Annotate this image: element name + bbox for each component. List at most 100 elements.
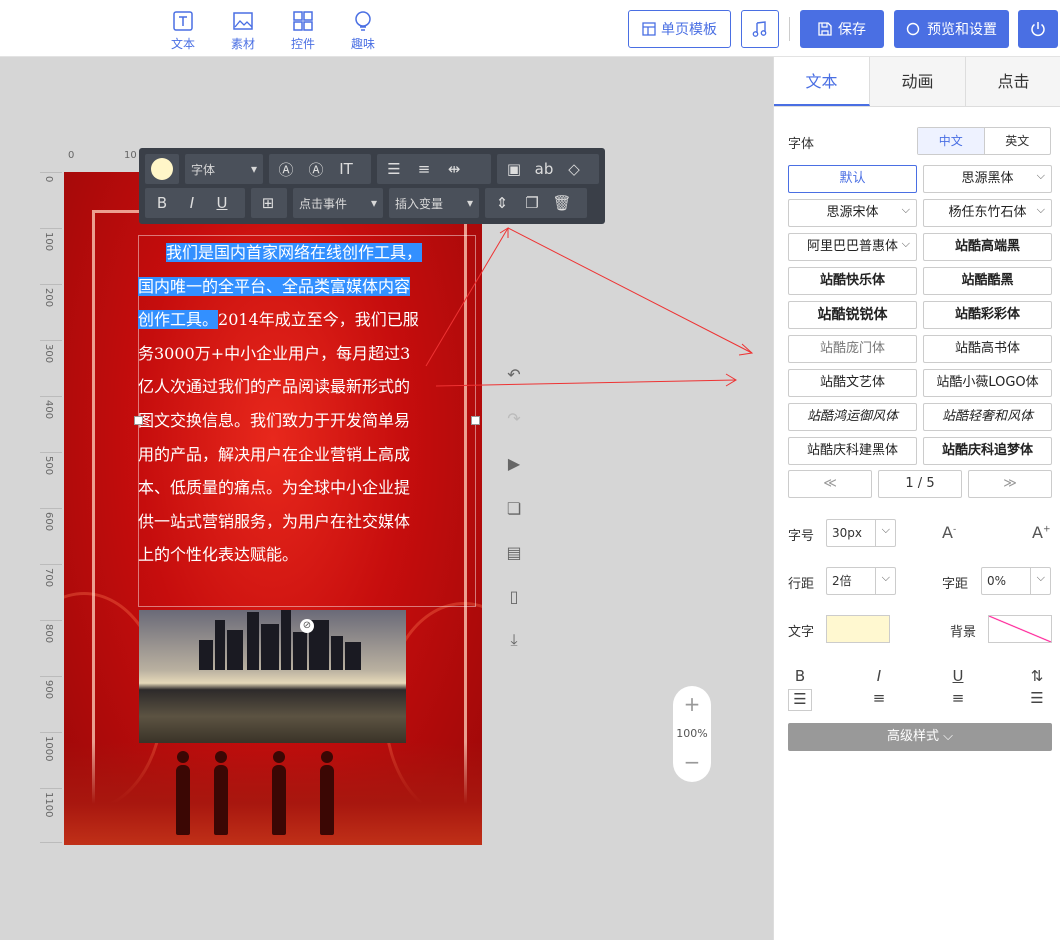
italic-button[interactable]: I [867,667,891,687]
font-option[interactable]: 思源黑体 [923,163,1052,193]
duplicate-page-icon[interactable]: ❏ [503,497,525,519]
font-option[interactable]: 站酷轻奢和风体 [923,403,1052,431]
font-option[interactable]: 站酷高端黑 [923,233,1052,261]
underline-button[interactable]: U [946,667,970,687]
tab-click[interactable]: 点击 [966,57,1060,106]
font-option[interactable]: 杨任东竹石体 [923,197,1052,227]
ruler-mark: 600 [43,512,54,532]
save-icon [818,22,832,36]
letter-spacing-select[interactable]: 0% [981,565,1051,595]
font-option[interactable]: 站酷锐锐体 [788,301,917,329]
font-option[interactable]: 站酷高书体 [923,335,1052,363]
zoom-out-button[interactable]: − [673,752,711,772]
save-button[interactable]: 保存 [800,10,884,48]
indent-icon[interactable]: ⇹ [443,159,465,179]
tab-text[interactable]: 文本 [774,57,870,106]
layer-button[interactable]: ⊞ [251,188,287,218]
font-option[interactable]: 站酷小薇LOGO体 [923,369,1052,397]
insert-variable-dropdown[interactable]: 插入变量 ▾ [389,188,479,218]
font-option[interactable]: 默认 [788,165,917,193]
preview-settings-button[interactable]: 预览和设置 [894,10,1009,48]
material-tool-button[interactable]: 素材 [223,10,263,52]
ruler-mark: 0 [68,150,75,161]
font-dropdown[interactable]: 字体 ▾ [185,154,263,184]
font-option[interactable]: 站酷彩彩体 [923,301,1052,329]
bold-button[interactable]: B [151,193,173,213]
layer-icon: ⊞ [261,194,275,212]
vertical-text-button[interactable]: ⇅ [1025,667,1049,687]
font-increase-button[interactable]: A+ [1032,523,1051,542]
prev-page-button[interactable]: ≪ [788,470,872,498]
vertical-text-icon[interactable]: ⅠT [335,159,357,179]
text-color-swatch[interactable] [826,615,890,643]
align-icon[interactable]: ☰ [383,159,405,179]
increase-font-icon[interactable]: Ⓐ [275,159,297,179]
resize-handle-left[interactable] [134,416,143,425]
mobile-preview-icon[interactable]: ▯ [503,585,525,607]
text-format-toolbar: 字体 ▾ Ⓐ Ⓐ ⅠT ☰ ≡ ⇹ ▣ ab ◇ B I U ⊞ 点击事件 ▾ 插入… [139,148,605,224]
power-button[interactable] [1018,10,1058,48]
align-right-button[interactable]: ≡ [946,689,970,709]
ruler-mark: 900 [43,680,54,700]
decrease-font-icon[interactable]: Ⓐ [305,159,327,179]
trash-icon[interactable]: 🗑 [551,193,573,213]
zoom-level: 100% [676,727,708,740]
advanced-style-button[interactable]: 高级样式 ⌵ [788,723,1052,751]
font-option[interactable]: 站酷庆科追梦体 [923,437,1052,465]
font-option[interactable]: 站酷快乐体 [788,267,917,295]
italic-button[interactable]: I [181,193,203,213]
widget-tool-button[interactable]: 控件 [283,10,323,52]
eraser-icon[interactable]: ◇ [563,159,585,179]
align-justify-button[interactable]: ☰ [1025,689,1049,709]
background-color-swatch[interactable] [988,615,1052,643]
shadow-icon[interactable]: ▣ [503,159,525,179]
next-page-button[interactable]: ≫ [968,470,1052,498]
align-center-button[interactable]: ≡ [867,689,891,709]
fun-tool-button[interactable]: 趣味 [343,10,383,52]
tab-animation[interactable]: 动画 [870,57,966,106]
font-option[interactable]: 站酷庞门体 [788,335,917,363]
list-icon[interactable]: ≡ [413,159,435,179]
lang-english[interactable]: 英文 [985,128,1051,154]
copy-icon[interactable]: ❐ [521,193,543,213]
font-option[interactable]: 站酷庆科建黑体 [788,437,917,465]
rotate-handle[interactable]: ⊘ [300,619,314,633]
body-text[interactable]: 我们是国内首家网络在线创作工具，国内唯一的全平台、全品类富媒体内容创作工具。20… [138,236,424,572]
city-skyline-image[interactable] [139,610,406,743]
text-color-picker[interactable] [145,154,179,184]
runners-image[interactable] [64,742,482,845]
click-event-dropdown[interactable]: 点击事件 ▾ [293,188,383,218]
ruler-icon[interactable]: ▤ [503,541,525,563]
text-tool-button[interactable]: 文本 [163,10,203,52]
font-option[interactable]: 阿里巴巴普惠体 [788,231,917,261]
music-icon [752,21,767,37]
panel-tabs: 文本 动画 点击 [774,57,1060,107]
effects-group: ▣ ab ◇ [497,154,599,184]
line-height-select[interactable]: 2倍 [826,565,896,595]
text-tool-label: 文本 [170,37,195,51]
font-decrease-button[interactable]: A- [942,523,956,542]
lang-chinese[interactable]: 中文 [918,128,985,154]
redo-icon[interactable]: ↷ [503,407,525,429]
line-height-value: 2倍 [832,574,852,588]
font-option[interactable]: 站酷酷黑 [923,267,1052,295]
bold-button[interactable]: B [788,667,812,687]
align-left-button[interactable]: ☰ [788,689,812,711]
text-box-icon[interactable]: ab [533,159,555,179]
undo-icon[interactable]: ↶ [503,363,525,385]
line-height-icon[interactable]: ⇕ [491,193,513,213]
font-option[interactable]: 站酷鸿运御风体 [788,403,917,431]
ruler-mark: 0 [43,176,54,183]
resize-handle-right[interactable] [471,416,480,425]
page-template-button[interactable]: 单页模板 [628,10,731,48]
music-button[interactable] [741,10,779,48]
download-icon[interactable]: ⤓ [503,629,525,651]
power-icon [1031,22,1045,37]
underline-button[interactable]: U [211,193,233,213]
font-option[interactable]: 思源宋体 [788,197,917,227]
zoom-in-button[interactable]: + [673,694,711,714]
properties-panel: 文本 动画 点击 字体 中文 英文 默认 思源黑体 思源宋体 杨任东竹石体 阿里… [773,57,1060,940]
play-icon[interactable]: ▶ [503,452,525,474]
font-size-select[interactable]: 30px [826,517,896,547]
font-option[interactable]: 站酷文艺体 [788,369,917,397]
